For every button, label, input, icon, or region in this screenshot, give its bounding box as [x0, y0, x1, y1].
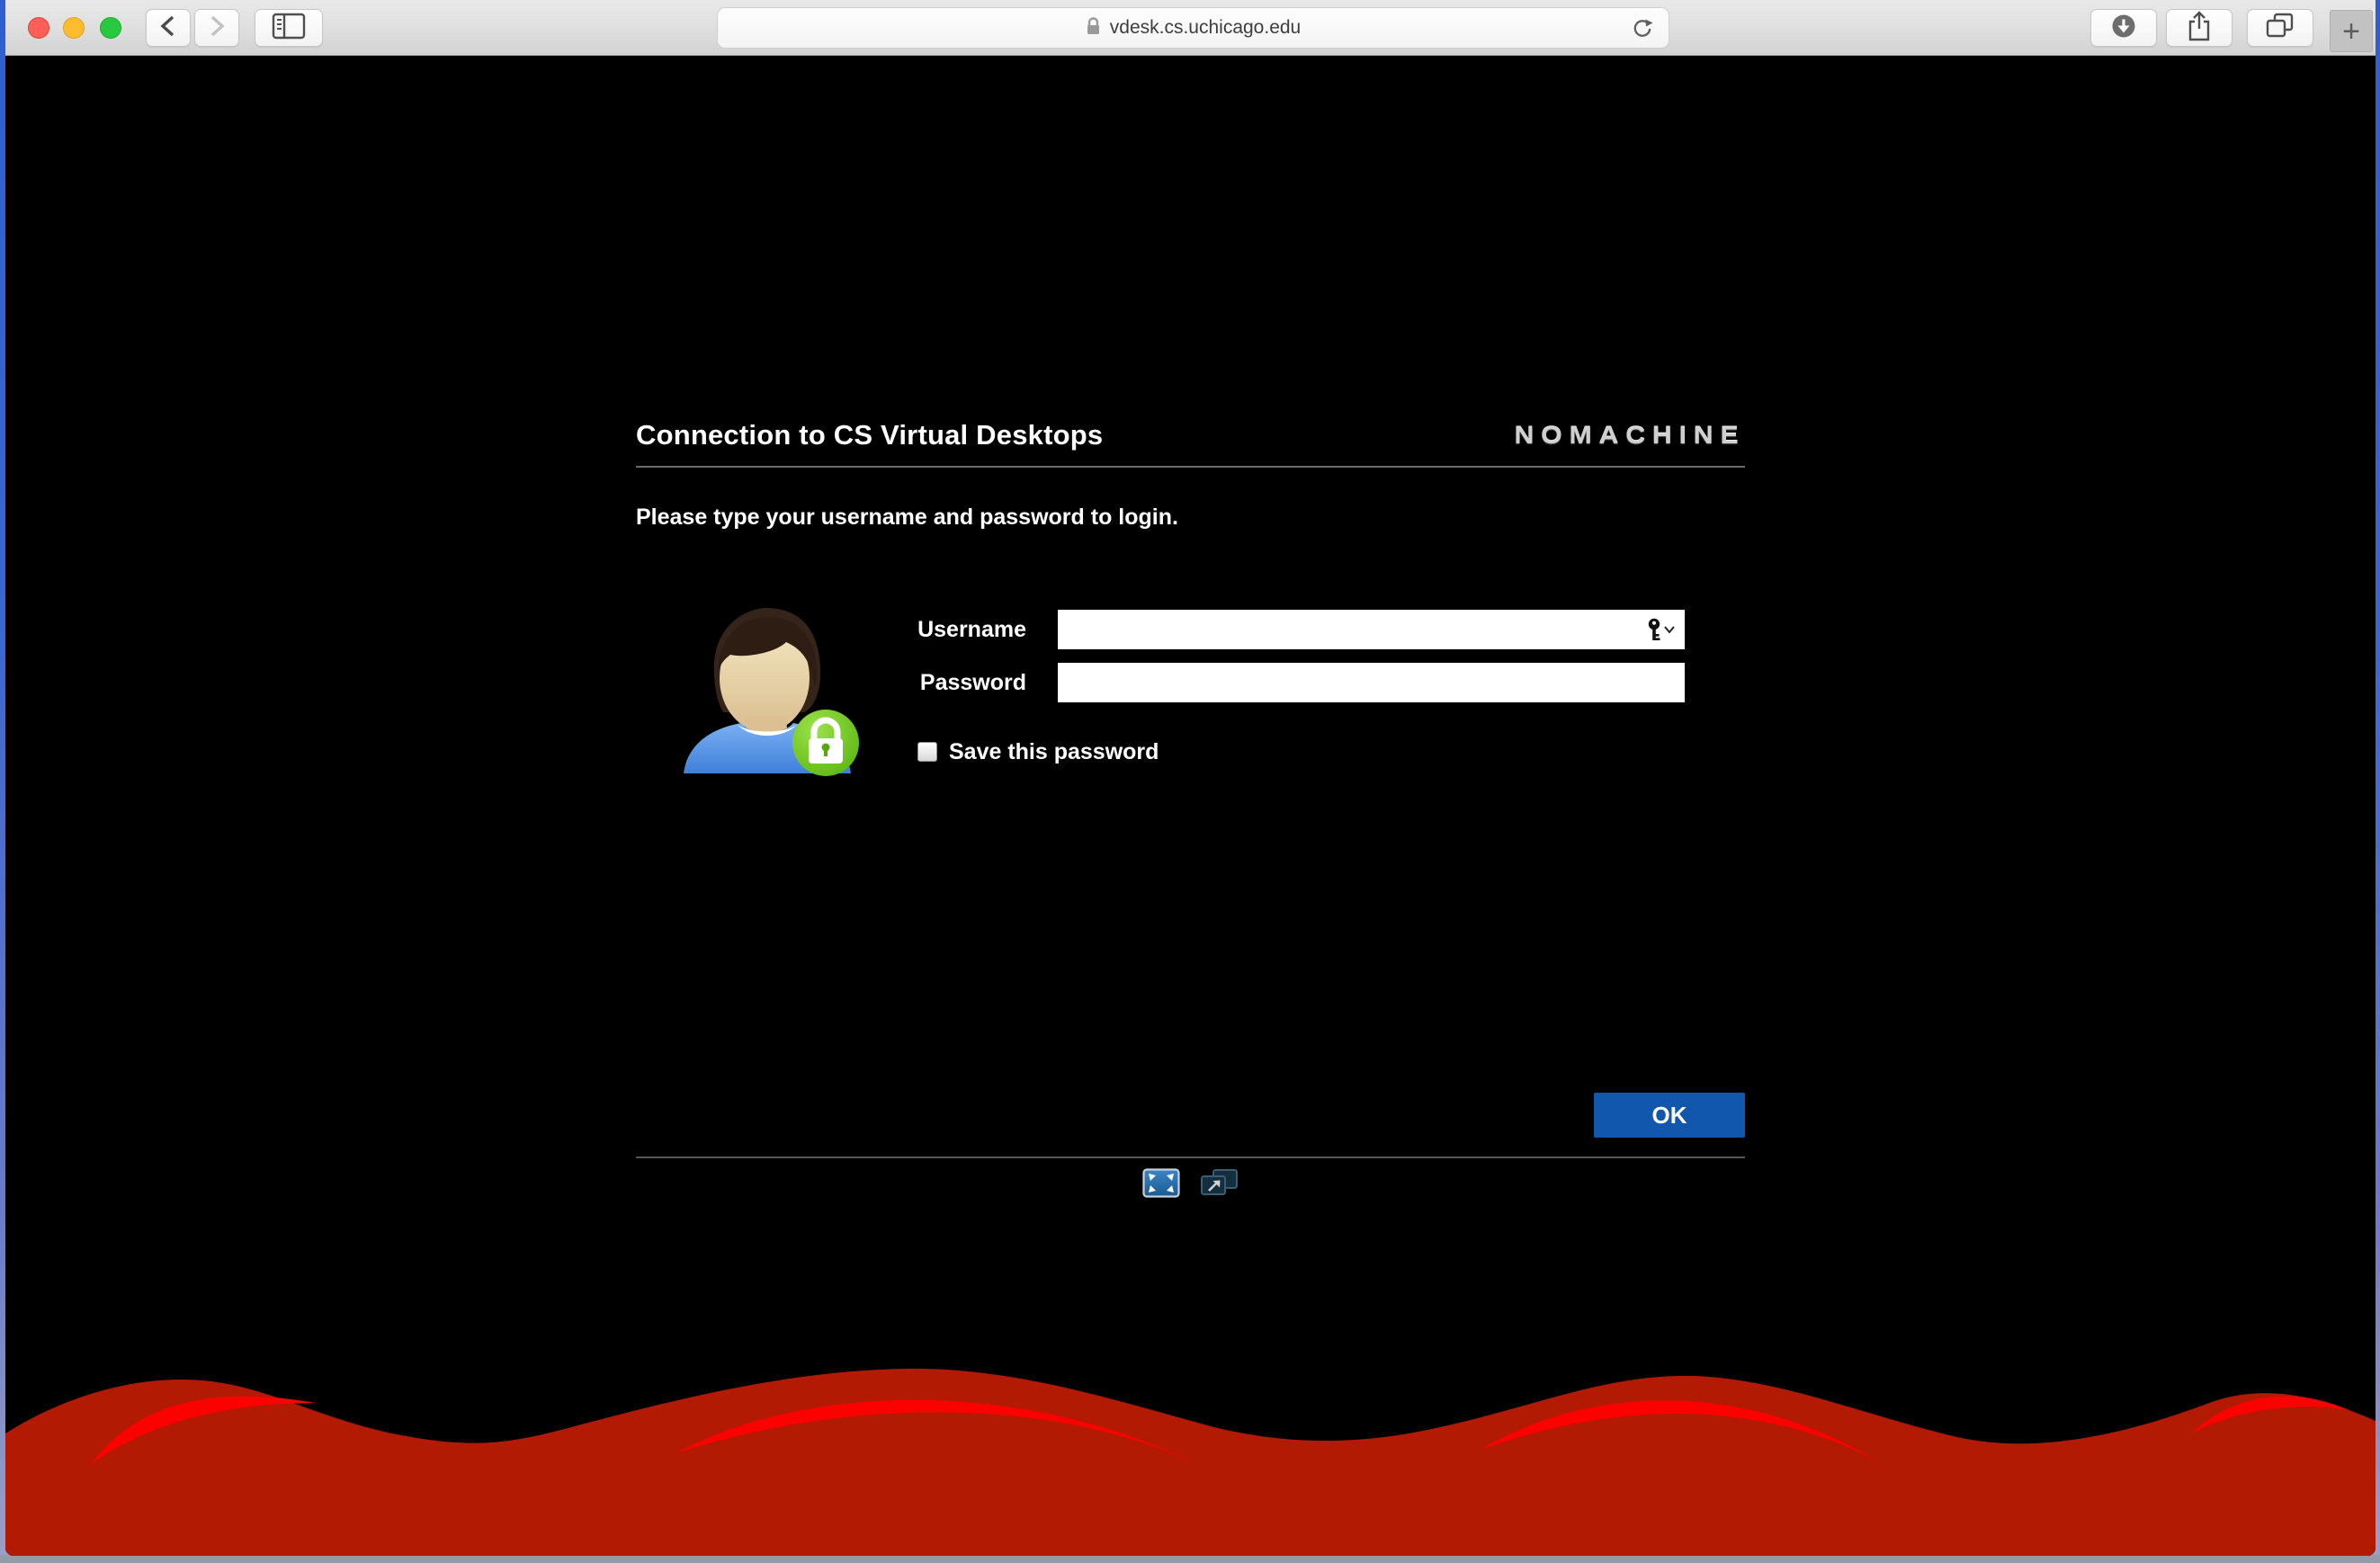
share-button[interactable]	[2166, 9, 2232, 47]
minimize-window-button[interactable]	[63, 17, 85, 39]
key-icon	[1647, 618, 1661, 642]
address-bar[interactable]: vdesk.cs.uchicago.edu	[717, 7, 1669, 49]
url-text: vdesk.cs.uchicago.edu	[1110, 17, 1301, 39]
password-input[interactable]	[1058, 663, 1685, 702]
window-bottom-edge	[0, 1555, 2380, 1563]
nomachine-logo: NOMACHINE	[1514, 422, 1745, 450]
browser-toolbar: vdesk.cs.uchicago.edu	[5, 0, 2376, 56]
safari-window: vdesk.cs.uchicago.edu	[5, 0, 2376, 1556]
tabs-icon	[2263, 11, 2297, 46]
close-window-button[interactable]	[28, 17, 49, 39]
page-title: Connection to CS Virtual Desktops	[636, 419, 1103, 451]
windowed-mode-button[interactable]	[1198, 1167, 1239, 1204]
desktop-background: vdesk.cs.uchicago.edu	[0, 0, 2380, 1563]
lock-icon	[1086, 16, 1101, 40]
autofill-key-button[interactable]	[1647, 617, 1679, 642]
back-button[interactable]	[146, 9, 191, 47]
reload-button[interactable]	[1631, 17, 1654, 45]
zoom-window-button[interactable]	[100, 17, 121, 39]
password-label: Password	[636, 663, 1026, 702]
sidebar-toggle-button[interactable]	[255, 9, 323, 47]
forward-button[interactable]	[194, 9, 239, 47]
new-tab-button[interactable]: +	[2330, 10, 2373, 52]
password-field-wrap	[1058, 663, 1685, 702]
sidebar-icon	[269, 11, 309, 46]
username-field-wrap	[1058, 610, 1685, 649]
chevron-right-icon	[207, 14, 227, 42]
save-password-label: Save this password	[949, 739, 1159, 765]
chevron-left-icon	[158, 14, 178, 42]
downloads-button[interactable]	[2090, 9, 2157, 47]
download-icon	[2110, 13, 2137, 44]
login-instruction: Please type your username and password t…	[636, 505, 1178, 531]
save-password-row: Save this password	[917, 737, 1159, 766]
header-divider	[636, 466, 1745, 468]
fullscreen-mode-button[interactable]	[1142, 1168, 1180, 1202]
nomachine-login-page: Connection to CS Virtual Desktops NOMACH…	[5, 56, 2376, 1556]
plus-icon: +	[2342, 16, 2360, 47]
chevron-down-icon	[1663, 625, 1676, 634]
username-label: Username	[636, 610, 1026, 649]
username-input[interactable]	[1058, 610, 1685, 649]
save-password-checkbox[interactable]	[917, 742, 937, 762]
share-icon	[2184, 10, 2214, 47]
tab-overview-button[interactable]	[2247, 9, 2313, 47]
page-header: Connection to CS Virtual Desktops NOMACH…	[636, 415, 1745, 455]
display-mode-icons	[636, 1167, 1745, 1203]
red-wave-decoration	[5, 1327, 2376, 1556]
ok-button[interactable]: OK	[1594, 1093, 1745, 1138]
footer-divider	[636, 1157, 1745, 1158]
